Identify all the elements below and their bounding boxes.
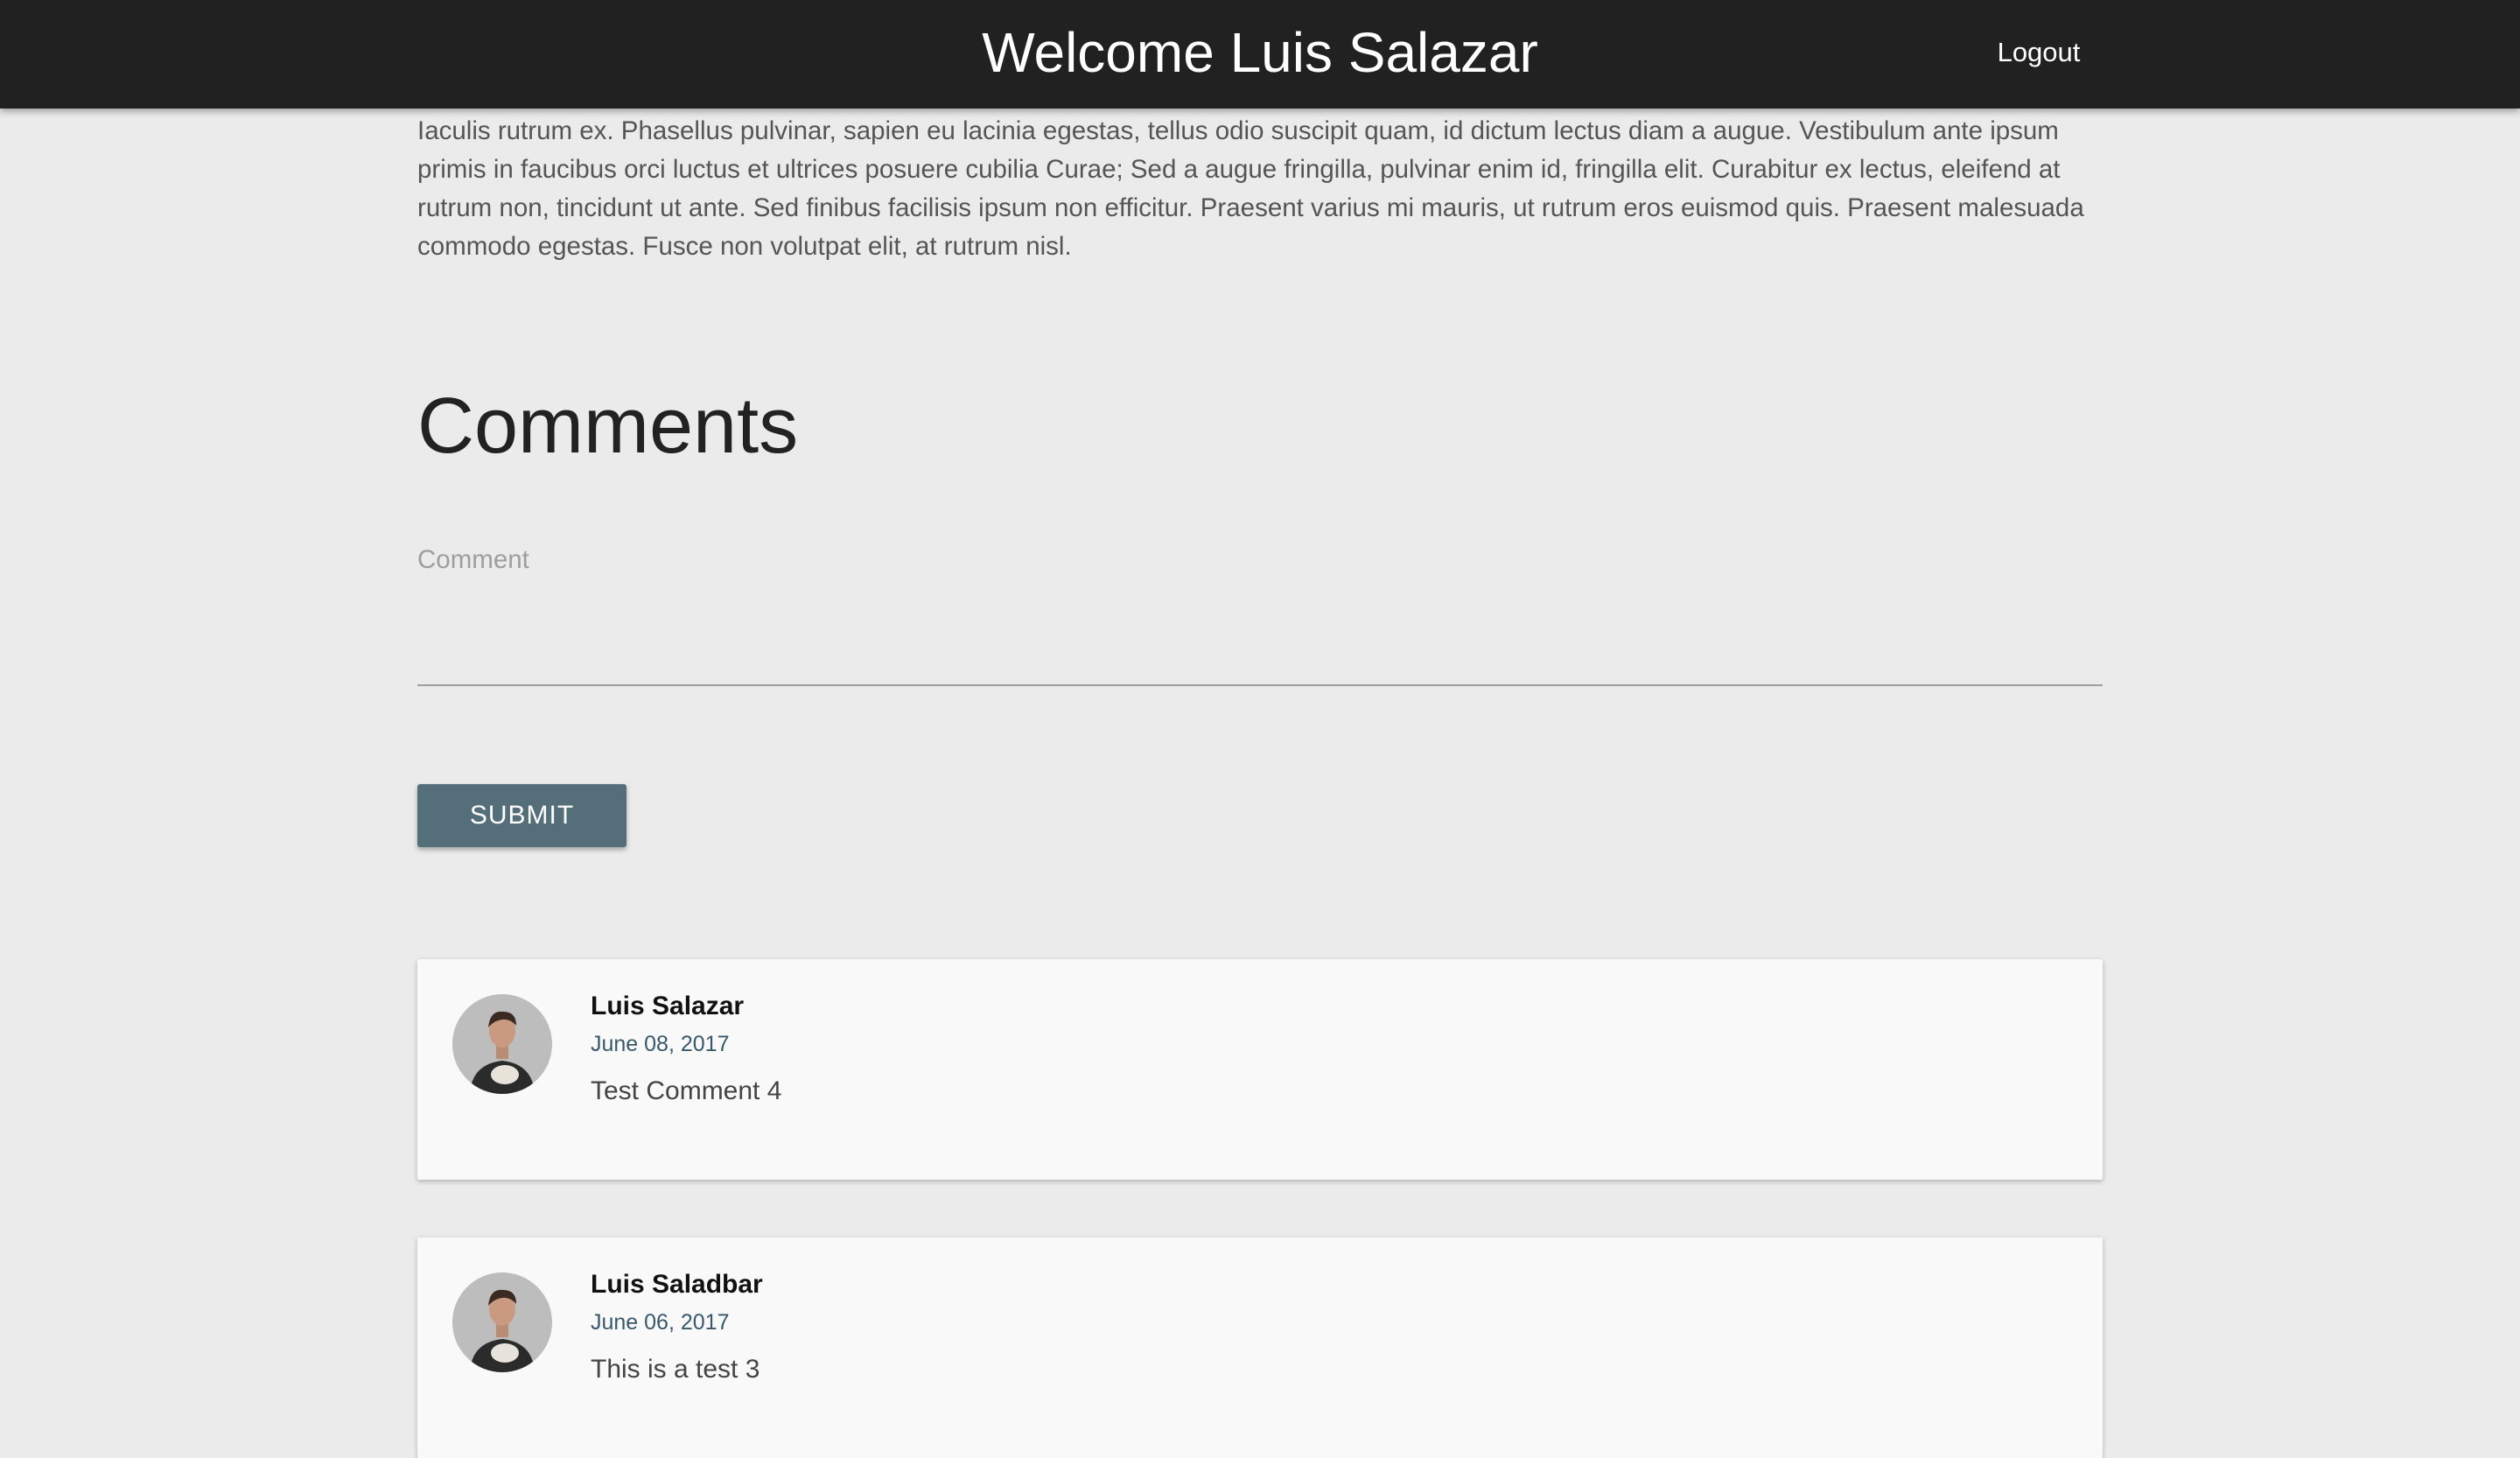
comment-text: This is a test 3 [591,1355,760,1384]
user-avatar-icon [452,994,552,1094]
submit-button[interactable]: SUBMIT [417,784,626,847]
comment-text: Test Comment 4 [591,1076,782,1105]
comment-date: June 08, 2017 [591,1032,730,1056]
comment-field-label: Comment [417,545,529,574]
page-title: Welcome Luis Salazar [982,21,1538,84]
intro-paragraph: Iaculis rutrum ex. Phasellus pulvinar, s… [417,116,2084,261]
user-avatar-icon [452,1272,552,1372]
comment-card: Luis Salazar June 08, 2017 Test Comment … [417,959,2103,1180]
comment-author: Luis Saladbar [591,1270,763,1299]
comment-date: June 06, 2017 [591,1310,730,1335]
comment-author: Luis Salazar [591,992,745,1020]
logout-link[interactable]: Logout [1978,32,2100,74]
comment-card: Luis Saladbar June 06, 2017 This is a te… [417,1237,2103,1458]
comments-heading: Comments [417,382,799,470]
top-app-bar: Welcome Luis Salazar Logout [0,0,2520,109]
comment-input[interactable] [417,599,2103,686]
